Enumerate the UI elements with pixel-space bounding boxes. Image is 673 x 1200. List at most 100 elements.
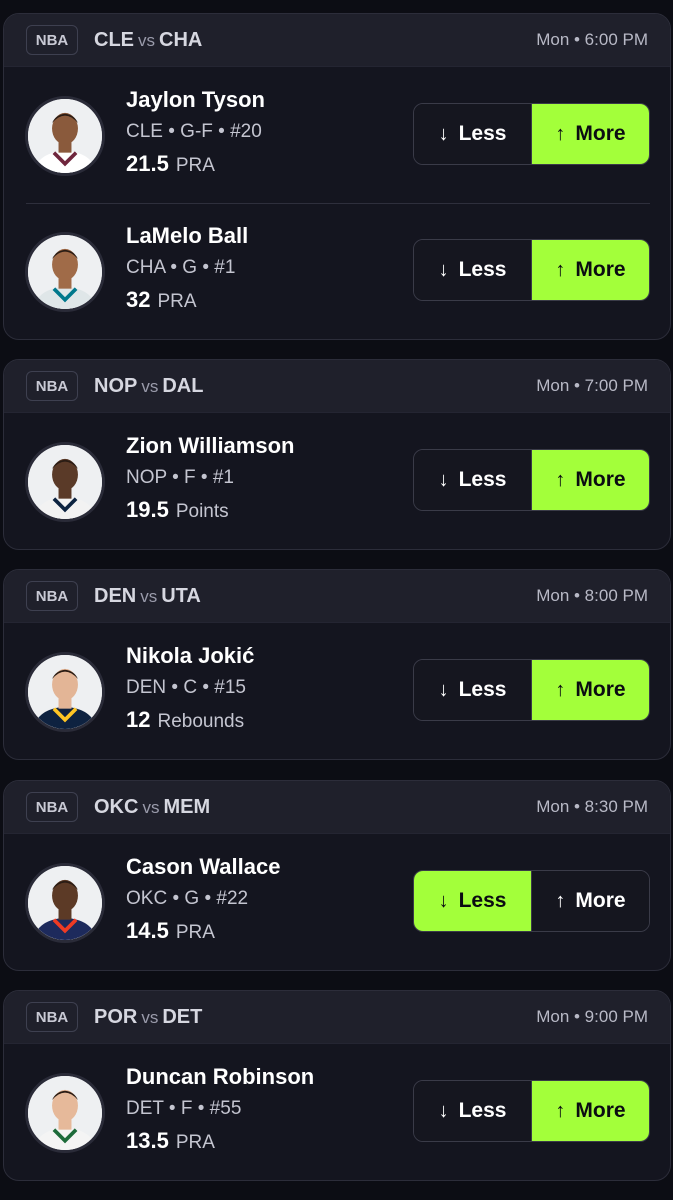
vs-label: vs <box>141 1007 159 1027</box>
player-meta: CLE • G-F • #20 <box>126 121 262 142</box>
line-value: 12 <box>126 707 151 732</box>
game-header: NBA NOP vs DAL Mon • 7:00 PM <box>4 360 670 413</box>
arrow-down-icon: ↓ <box>438 258 449 281</box>
home-team: POR <box>94 1005 138 1028</box>
player-name[interactable]: Duncan Robinson <box>126 1062 314 1092</box>
line-value: 32 <box>126 287 151 312</box>
player-info: Duncan Robinson DET • F • #55 13.5 PRA <box>126 1062 314 1156</box>
player-name[interactable]: Zion Williamson <box>126 431 294 461</box>
less-label: Less <box>458 468 507 491</box>
player-avatar <box>25 96 105 176</box>
more-label: More <box>575 678 626 701</box>
player-info: Jaylon Tyson CLE • G-F • #20 21.5 PRA <box>126 85 265 179</box>
less-label: Less <box>458 889 507 912</box>
league-badge: NBA <box>26 792 78 822</box>
matchup: NOP vs DAL <box>94 375 203 398</box>
more-label: More <box>575 889 626 912</box>
more-button[interactable]: ↑ More <box>532 450 649 510</box>
more-button[interactable]: ↑ More <box>532 240 649 300</box>
player-name[interactable]: LaMelo Ball <box>126 221 248 251</box>
player-prop-row: Zion Williamson NOP • F • #1 19.5 Points ↓ Le… <box>4 413 670 549</box>
arrow-up-icon: ↑ <box>555 1099 566 1122</box>
arrow-up-icon: ↑ <box>555 122 566 145</box>
away-team: DAL <box>162 374 204 397</box>
game-time: Mon • 6:00 PM <box>536 30 648 49</box>
player-meta: DEN • C • #15 <box>126 677 246 698</box>
league-badge: NBA <box>26 371 78 401</box>
line-value: 21.5 <box>126 151 169 176</box>
pick-toggle: ↓ Less ↑ More <box>413 870 650 932</box>
game-time: Mon • 8:30 PM <box>536 797 648 816</box>
line-stat: PRA <box>175 922 215 943</box>
arrow-up-icon: ↑ <box>555 889 566 912</box>
less-button[interactable]: ↓ Less <box>414 240 532 300</box>
more-button[interactable]: ↑ More <box>532 1081 649 1141</box>
player-info: LaMelo Ball CHA • G • #1 32 PRA <box>126 221 248 315</box>
home-team: DEN <box>94 584 137 607</box>
game-header: NBA POR vs DET Mon • 9:00 PM <box>4 991 670 1044</box>
player-prop-row: Nikola Jokić DEN • C • #15 12 Rebounds ↓ Less… <box>4 623 670 759</box>
matchup: CLE vs CHA <box>94 29 202 52</box>
game-header: NBA DEN vs UTA Mon • 8:00 PM <box>4 570 670 623</box>
less-button[interactable]: ↓ Less <box>414 871 532 931</box>
away-team: MEM <box>163 795 211 818</box>
game-card: NBA OKC vs MEM Mon • 8:30 PM Cason Wallace OKC… <box>3 780 671 971</box>
player-info: Cason Wallace OKC • G • #22 14.5 PRA <box>126 852 280 946</box>
line-value: 19.5 <box>126 497 169 522</box>
game-time: Mon • 9:00 PM <box>536 1007 648 1026</box>
arrow-down-icon: ↓ <box>438 678 449 701</box>
player-name[interactable]: Cason Wallace <box>126 852 280 882</box>
prop-line: 12 Rebounds <box>126 705 254 735</box>
less-button[interactable]: ↓ Less <box>414 1081 532 1141</box>
arrow-up-icon: ↑ <box>555 258 566 281</box>
pick-toggle: ↓ Less ↑ More <box>413 239 650 301</box>
prop-line: 13.5 PRA <box>126 1126 314 1156</box>
player-info: Zion Williamson NOP • F • #1 19.5 Points <box>126 431 294 525</box>
league-badge: NBA <box>26 581 78 611</box>
player-meta: NOP • F • #1 <box>126 467 234 488</box>
arrow-up-icon: ↑ <box>555 678 566 701</box>
arrow-down-icon: ↓ <box>438 889 449 912</box>
home-team: CLE <box>94 28 134 51</box>
more-label: More <box>575 1099 626 1122</box>
more-label: More <box>575 122 626 145</box>
player-name[interactable]: Jaylon Tyson <box>126 85 265 115</box>
more-button[interactable]: ↑ More <box>532 104 649 164</box>
more-button[interactable]: ↑ More <box>532 660 649 720</box>
matchup: DEN vs UTA <box>94 585 201 608</box>
prop-line: 21.5 PRA <box>126 149 265 179</box>
away-team: DET <box>162 1005 203 1028</box>
line-value: 13.5 <box>126 1128 169 1153</box>
more-label: More <box>575 468 626 491</box>
player-avatar <box>25 1073 105 1153</box>
player-avatar <box>25 652 105 732</box>
player-avatar <box>25 863 105 943</box>
vs-label: vs <box>142 797 160 817</box>
line-stat: PRA <box>175 155 215 176</box>
player-prop-row: Jaylon Tyson CLE • G-F • #20 21.5 PRA ↓ Less ↑… <box>4 67 670 203</box>
pick-toggle: ↓ Less ↑ More <box>413 103 650 165</box>
game-header: NBA OKC vs MEM Mon • 8:30 PM <box>4 781 670 834</box>
less-button[interactable]: ↓ Less <box>414 450 532 510</box>
away-team: CHA <box>159 28 203 51</box>
home-team: NOP <box>94 374 138 397</box>
more-button[interactable]: ↑ More <box>532 871 649 931</box>
less-button[interactable]: ↓ Less <box>414 660 532 720</box>
pick-toggle: ↓ Less ↑ More <box>413 449 650 511</box>
pick-toggle: ↓ Less ↑ More <box>413 659 650 721</box>
game-time: Mon • 8:00 PM <box>536 586 648 605</box>
player-prop-row: LaMelo Ball CHA • G • #1 32 PRA ↓ Less ↑ More <box>4 203 670 339</box>
player-name[interactable]: Nikola Jokić <box>126 641 254 671</box>
game-card: NBA NOP vs DAL Mon • 7:00 PM Zion Williamson N… <box>3 359 671 550</box>
arrow-up-icon: ↑ <box>555 468 566 491</box>
matchup: OKC vs MEM <box>94 796 210 819</box>
game-card: NBA DEN vs UTA Mon • 8:00 PM Nikola Jokić DEN … <box>3 569 671 760</box>
line-stat: Points <box>175 501 229 522</box>
less-button[interactable]: ↓ Less <box>414 104 532 164</box>
less-label: Less <box>458 122 507 145</box>
less-label: Less <box>458 258 507 281</box>
arrow-down-icon: ↓ <box>438 122 449 145</box>
pick-toggle: ↓ Less ↑ More <box>413 1080 650 1142</box>
player-meta: CHA • G • #1 <box>126 257 236 278</box>
less-label: Less <box>458 678 507 701</box>
